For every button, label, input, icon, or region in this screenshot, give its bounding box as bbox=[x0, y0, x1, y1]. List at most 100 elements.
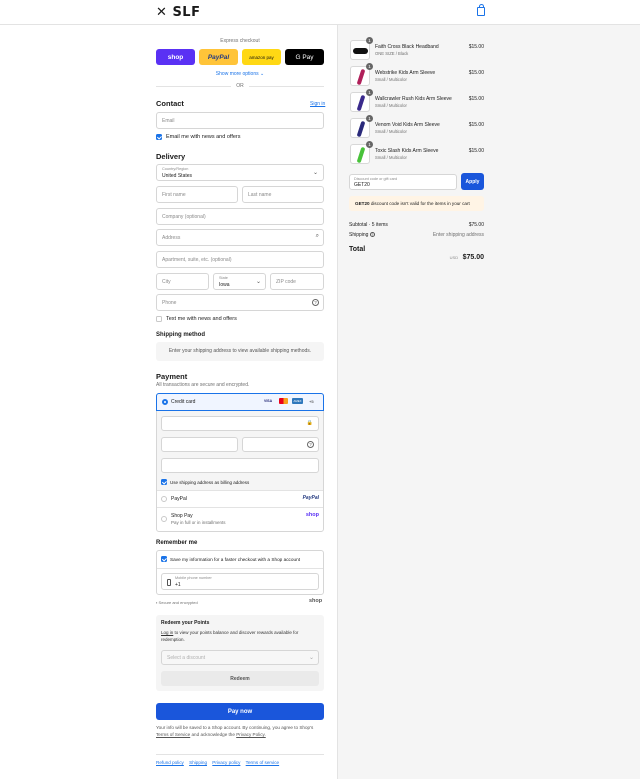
amazon-pay-label: amazon pay bbox=[249, 54, 274, 60]
cart-bag-icon[interactable] bbox=[477, 4, 485, 16]
brand-name: SLF bbox=[172, 5, 201, 20]
arm-sleeve-image bbox=[356, 68, 366, 85]
info-icon[interactable]: ? bbox=[369, 232, 375, 238]
brand-logo[interactable]: ✕ SLF bbox=[156, 5, 200, 20]
discount-code-field[interactable]: Discount code or gift card GET20 bbox=[349, 174, 457, 190]
phone-field[interactable]: Phone ? bbox=[156, 294, 324, 311]
remember-me-title: Remember me bbox=[156, 540, 198, 546]
redeem-points-description: to view your points balance and discover… bbox=[161, 630, 299, 642]
help-icon[interactable]: ? bbox=[312, 299, 319, 306]
apartment-field[interactable]: Apartment, suite, etc. (optional) bbox=[156, 251, 324, 268]
discount-select[interactable]: Select a discount ⌄ bbox=[161, 650, 319, 665]
sign-in-link[interactable]: Sign in bbox=[310, 101, 325, 107]
text-news-checkbox[interactable] bbox=[156, 316, 162, 322]
lock-icon: ▪ bbox=[156, 600, 158, 605]
product-name: Wallcrawler Rush Kids Arm Sleeve bbox=[375, 96, 452, 102]
address-placeholder: Address bbox=[162, 235, 181, 241]
shipping-label: Shipping bbox=[349, 232, 369, 238]
apartment-placeholder: Apartment, suite, etc. (optional) bbox=[162, 257, 232, 263]
first-name-placeholder: First name bbox=[162, 192, 186, 198]
security-code-field[interactable]: ? bbox=[242, 437, 319, 452]
product-price: $15.00 bbox=[468, 122, 484, 128]
help-icon[interactable]: ? bbox=[307, 441, 314, 448]
terms-of-service-link[interactable]: Terms of service bbox=[246, 760, 279, 765]
product-name: Toxic Slash Kids Arm Sleeve bbox=[375, 148, 439, 154]
discount-select-placeholder: Select a discount bbox=[167, 655, 206, 661]
search-icon[interactable]: ⌕ bbox=[316, 233, 319, 240]
google-pay-button[interactable]: G Pay bbox=[285, 49, 324, 65]
privacy-policy-link[interactable]: Privacy policy bbox=[212, 760, 240, 765]
credit-card-option[interactable]: Credit card VISA AMEX +5 bbox=[156, 393, 324, 411]
radio-selected[interactable] bbox=[162, 399, 168, 405]
secure-label: Secure and encrypted bbox=[158, 600, 198, 605]
apply-label: Apply bbox=[465, 178, 480, 185]
radio-unselected[interactable] bbox=[161, 516, 167, 522]
discount-error: GET20 discount code isn't valid for the … bbox=[349, 196, 484, 211]
product-variant: Small / Multicolor bbox=[375, 129, 407, 134]
billing-same-label: Use shipping address as billing address bbox=[170, 480, 250, 485]
visa-icon: VISA bbox=[264, 399, 273, 403]
arm-sleeve-image bbox=[356, 94, 366, 111]
email-field[interactable]: Email bbox=[156, 112, 324, 129]
legal-text: Your info will be saved to a Shop accoun… bbox=[156, 725, 326, 738]
quantity-badge: 1 bbox=[366, 89, 373, 96]
shipping-value: Enter shipping address bbox=[432, 232, 484, 238]
company-field[interactable]: Company (optional) bbox=[156, 208, 324, 225]
shop-pay-button[interactable]: shop bbox=[156, 49, 195, 65]
credit-card-label: Credit card bbox=[171, 399, 196, 405]
save-info-checkbox[interactable] bbox=[161, 556, 167, 562]
delivery-title: Delivery bbox=[156, 152, 186, 161]
quantity-badge: 1 bbox=[366, 37, 373, 44]
email-news-checkbox[interactable] bbox=[156, 134, 162, 140]
shop-pay-option[interactable]: Shop Pay Pay in full or in installments … bbox=[157, 508, 323, 531]
refund-policy-link[interactable]: Refund policy bbox=[156, 760, 184, 765]
shop-logo: shop bbox=[305, 512, 319, 518]
radio-unselected[interactable] bbox=[161, 496, 167, 502]
mobile-value: +1 bbox=[175, 582, 181, 588]
paypal-option[interactable]: PayPal PayPal bbox=[157, 491, 323, 507]
product-price: $15.00 bbox=[468, 44, 484, 50]
subtotal-label: Subtotal · 5 items bbox=[349, 222, 388, 228]
apply-button[interactable]: Apply bbox=[461, 173, 484, 190]
shop-pay-label: shop bbox=[167, 53, 184, 61]
mobile-phone-field[interactable]: Mobile phone number +1 bbox=[161, 573, 319, 590]
paypal-button[interactable]: PayPal bbox=[199, 49, 238, 65]
legal-text-2: and acknowledge the bbox=[191, 731, 235, 737]
terms-link[interactable]: Terms of Service bbox=[156, 732, 190, 737]
discount-code-label: Discount code or gift card bbox=[354, 176, 398, 181]
state-select[interactable]: State Iowa ⌄ bbox=[213, 273, 266, 290]
header: ✕ SLF bbox=[0, 0, 640, 25]
logo-mark: ✕ bbox=[156, 5, 168, 20]
name-on-card-field[interactable] bbox=[161, 458, 319, 473]
amazon-pay-button[interactable]: amazon pay bbox=[242, 49, 281, 65]
city-field[interactable]: City bbox=[156, 273, 209, 290]
secure-encrypted: ▪ Secure and encrypted bbox=[156, 600, 198, 605]
privacy-link[interactable]: Privacy Policy. bbox=[236, 732, 266, 737]
pay-now-button[interactable]: Pay now bbox=[156, 703, 324, 720]
expiration-field[interactable] bbox=[161, 437, 238, 452]
billing-same-checkbox[interactable] bbox=[161, 479, 167, 485]
shipping-method-message: Enter your shipping address to view avai… bbox=[156, 342, 324, 361]
text-news-label: Text me with news and offers bbox=[166, 316, 237, 322]
log-in-link[interactable]: Log in bbox=[161, 630, 173, 635]
product-name: Venom Void Kids Arm Sleeve bbox=[375, 122, 440, 128]
divider bbox=[156, 754, 324, 755]
redeem-button[interactable]: Redeem bbox=[161, 671, 319, 686]
card-number-field[interactable]: 🔒 bbox=[161, 416, 319, 431]
paypal-option-label: PayPal bbox=[171, 496, 187, 502]
headband-image bbox=[353, 48, 368, 54]
state-value: Iowa bbox=[219, 282, 230, 288]
email-placeholder: Email bbox=[162, 118, 175, 124]
zip-placeholder: ZIP code bbox=[276, 279, 296, 285]
first-name-field[interactable]: First name bbox=[156, 186, 238, 203]
amex-icon: AMEX bbox=[292, 398, 303, 404]
last-name-field[interactable]: Last name bbox=[242, 186, 324, 203]
address-field[interactable]: Address ⌕ bbox=[156, 229, 324, 246]
redeem-points-text: Log in to view your points balance and d… bbox=[161, 630, 311, 643]
show-more-options-link[interactable]: Show more options ⌄ bbox=[156, 71, 324, 77]
product-variant: Small / Multicolor bbox=[375, 103, 407, 108]
shipping-policy-link[interactable]: Shipping bbox=[189, 760, 207, 765]
country-select[interactable]: Country/Region United States ⌄ bbox=[156, 164, 324, 181]
divider bbox=[157, 568, 323, 569]
zip-field[interactable]: ZIP code bbox=[270, 273, 324, 290]
